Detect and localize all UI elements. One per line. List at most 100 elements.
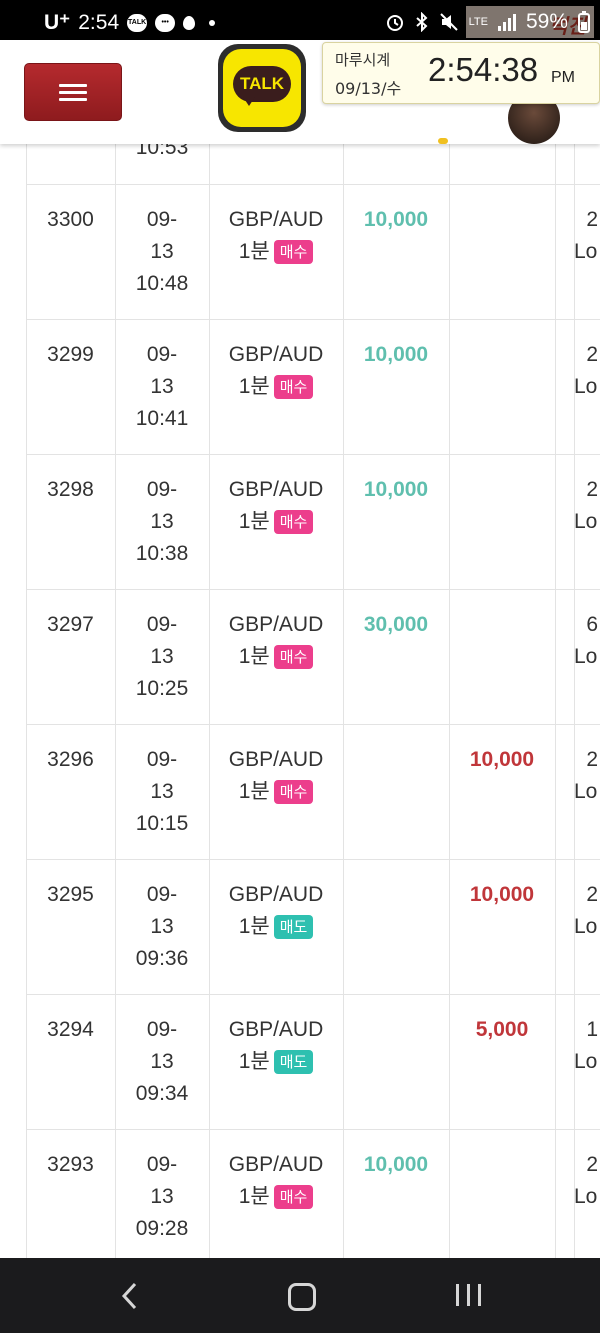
row-divider [26, 454, 600, 455]
row-time: 10:15 [135, 812, 189, 835]
row-date-month: 09- [146, 748, 178, 771]
row-id: 3296 [47, 748, 94, 771]
row-truncated-label: Lo [574, 240, 598, 263]
row-divider [26, 994, 600, 995]
row-win-amount: 30,000 [363, 613, 429, 636]
bluetooth-icon [415, 12, 428, 32]
row-symbol-cell: GBP/AUD 1분 매수 [209, 1149, 343, 1213]
battery-level: 59% [525, 10, 568, 33]
row-truncated-col: 2 Lo [574, 1149, 600, 1213]
coin-icon [438, 138, 448, 144]
row-win-amount: 10,000 [363, 1153, 429, 1176]
row-symbol-cell: GBP/AUD 1분 매수 [209, 339, 343, 403]
row-symbol-cell: GBP/AUD 1분 매수 [209, 204, 343, 268]
row-truncated-col: 6 Lo [574, 609, 600, 673]
row-timeframe: 1분 [238, 510, 270, 533]
row-symbol: GBP/AUD [228, 478, 324, 501]
row-truncated-label: Lo [574, 645, 598, 668]
row-truncated-label: Lo [574, 915, 598, 938]
row-truncated-col: 2 Lo [574, 744, 600, 808]
row-date-day: 13 [150, 1050, 174, 1073]
row-truncated-col: 2 Lo [574, 879, 600, 943]
row-date-month: 09- [146, 1018, 178, 1041]
row-date-month: 09- [146, 343, 178, 366]
row-date-day: 13 [150, 375, 174, 398]
row-truncated-value: 1 [586, 1018, 598, 1041]
row-date: 09- 13 10:38 [115, 474, 209, 570]
row-date: 09- 13 09:28 [115, 1149, 209, 1245]
row-date: 09- 13 09:34 [115, 1014, 209, 1110]
row-truncated-value: 2 [586, 343, 598, 366]
row-symbol-cell: GBP/AUD 1분 매도 [209, 1014, 343, 1078]
recent-apps-icon[interactable] [456, 1284, 482, 1306]
row-date-day: 13 [150, 1185, 174, 1208]
row-id: 3295 [47, 883, 94, 906]
row-lose-amount: 5,000 [475, 1018, 529, 1041]
row-date-day: 13 [150, 510, 174, 533]
row-symbol: GBP/AUD [228, 883, 324, 906]
row-timeframe: 1분 [238, 915, 270, 938]
row-truncated-label: Lo [574, 375, 598, 398]
status-time: 2:54 [78, 10, 120, 34]
clock-label: 마루시계 [335, 51, 391, 69]
row-truncated-value: 2 [586, 208, 598, 231]
row-truncated-value: 6 [586, 613, 598, 636]
row-truncated-label: Lo [574, 1050, 598, 1073]
row-date: 09- 13 10:15 [115, 744, 209, 840]
row-date-day: 13 [150, 240, 174, 263]
row-date-day: 13 [150, 915, 174, 938]
partial-row-time: 10:53 [135, 144, 189, 159]
row-truncated-label: Lo [574, 510, 598, 533]
row-lose-amount: 10,000 [469, 883, 535, 906]
row-id: 3294 [47, 1018, 94, 1041]
row-time: 09:28 [135, 1217, 189, 1240]
row-symbol-cell: GBP/AUD 1분 매도 [209, 879, 343, 943]
back-icon[interactable] [120, 1282, 140, 1310]
row-date-day: 13 [150, 645, 174, 668]
clock-date: 09/13/수 [335, 79, 402, 98]
chat-notification-icon: ••• [155, 13, 176, 32]
notification-dot-icon [209, 19, 216, 26]
mute-icon [439, 13, 458, 31]
menu-button[interactable] [24, 63, 122, 121]
kakao-talk-button[interactable]: TALK [218, 44, 306, 132]
row-symbol: GBP/AUD [228, 343, 324, 366]
row-truncated-value: 2 [586, 748, 598, 771]
row-time: 10:41 [135, 407, 189, 430]
row-id: 3300 [47, 208, 94, 231]
home-icon[interactable] [288, 1283, 316, 1311]
row-truncated-value: 2 [586, 883, 598, 906]
row-symbol: GBP/AUD [228, 748, 324, 771]
row-date-month: 09- [146, 478, 178, 501]
navigation-bar [0, 1258, 600, 1333]
carrier-label: U⁺ [44, 11, 71, 34]
row-symbol: GBP/AUD [228, 1153, 324, 1176]
signal-icon [497, 13, 516, 31]
row-timeframe: 1분 [238, 375, 270, 398]
row-truncated-label: Lo [574, 780, 598, 803]
row-truncated-value: 2 [586, 478, 598, 501]
row-divider [26, 184, 600, 185]
row-symbol-cell: GBP/AUD 1분 매수 [209, 744, 343, 808]
kakao-notification-icon: TALK [127, 13, 148, 32]
row-symbol-cell: GBP/AUD 1분 매수 [209, 474, 343, 538]
side-badge: 매수 [273, 510, 314, 534]
row-id: 3298 [47, 478, 94, 501]
row-win-amount: 10,000 [363, 343, 429, 366]
row-timeframe: 1분 [238, 1050, 270, 1073]
row-divider [26, 724, 600, 725]
clock-widget: 마루시계 09/13/수 2:54:38 PM [322, 42, 600, 104]
row-date-month: 09- [146, 883, 178, 906]
row-divider [26, 859, 600, 860]
battery-icon [578, 11, 590, 33]
trade-history-table: 10:53 3300 09- 13 10:48 GBP/AUD 1분 매수 10,… [0, 144, 600, 1258]
row-id: 3293 [47, 1153, 94, 1176]
row-id: 3297 [47, 613, 94, 636]
row-symbol: GBP/AUD [228, 1018, 324, 1041]
row-date-month: 09- [146, 1153, 178, 1176]
clock-ampm: PM [551, 69, 575, 86]
side-badge: 매수 [273, 645, 314, 669]
row-date: 09- 13 10:41 [115, 339, 209, 435]
row-timeframe: 1분 [238, 240, 270, 263]
row-id: 3299 [47, 343, 94, 366]
